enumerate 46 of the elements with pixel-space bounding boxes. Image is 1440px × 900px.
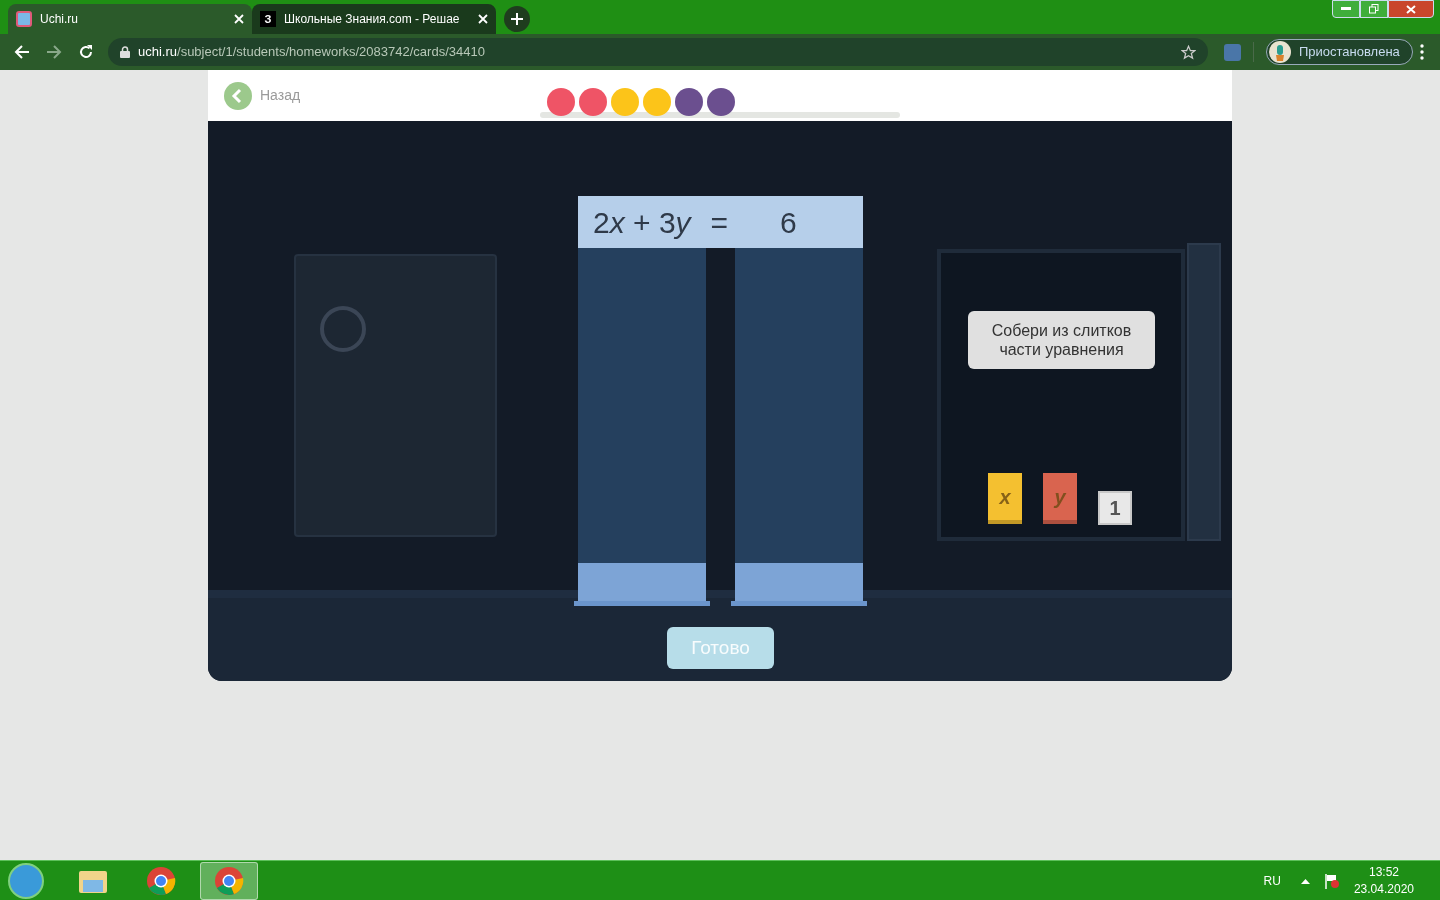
flag-error-icon[interactable] [1323,872,1340,889]
close-window-button[interactable] [1388,0,1434,18]
tab-title: Школьные Знания.com - Решае [284,11,461,28]
equation-right: 6 [780,204,797,241]
avatar-icon [1269,41,1291,63]
chrome-icon [146,865,176,896]
url-text: uchi.ru/subject/1/students/homeworks/2083742/cards/34410 [138,43,485,62]
minimize-icon [1341,7,1351,11]
forward-arrow-icon [46,44,62,60]
clock[interactable]: 13:52 23.04.2020 [1353,863,1414,898]
chrome-icon [214,865,244,896]
back-arrow-icon [14,44,30,60]
star-icon[interactable] [1181,44,1196,60]
clock-time: 13:52 [1368,863,1399,881]
equation-term: x [609,205,625,239]
new-tab-button[interactable] [504,6,530,32]
chevron-left-icon [224,81,252,110]
close-tab-icon[interactable] [234,14,244,24]
site-favicon-icon [16,11,32,27]
clock-date: 23.04.2020 [1353,880,1414,898]
tab-title: Uchi.ru [40,11,79,28]
equation-term: 2 [593,205,610,239]
browser-tab[interactable]: Uchi.ru [8,4,252,34]
browser-tab[interactable]: З Школьные Знания.com - Решае [252,4,496,34]
more-icon[interactable] [1420,44,1424,60]
equals-sign: = [710,204,729,241]
language-indicator[interactable]: RU [1263,871,1281,890]
restore-button[interactable] [1360,0,1388,18]
restore-icon [1369,4,1379,14]
address-bar[interactable]: uchi.ru/subject/1/students/homeworks/2083742/cards/34410 [108,38,1208,66]
caret-up-icon[interactable] [1300,877,1310,884]
hint-bubble: Собери из слитков части уравнения [968,311,1155,369]
lock-icon [120,46,130,58]
reload-icon [78,44,94,60]
start-button[interactable] [8,862,44,899]
plus-icon [510,12,524,26]
ingot-tile[interactable]: 1 [1098,491,1132,525]
minimize-button[interactable] [1332,0,1360,18]
equation-term: y [675,205,691,239]
ingot-tile[interactable]: x [988,473,1022,524]
back-button[interactable]: Назад [224,81,301,110]
close-icon [1406,4,1416,14]
close-tab-icon[interactable] [478,14,488,24]
browser-app[interactable] [200,861,258,900]
profile-button[interactable]: Приостановлена [1266,39,1413,65]
site-favicon: З [260,11,276,27]
